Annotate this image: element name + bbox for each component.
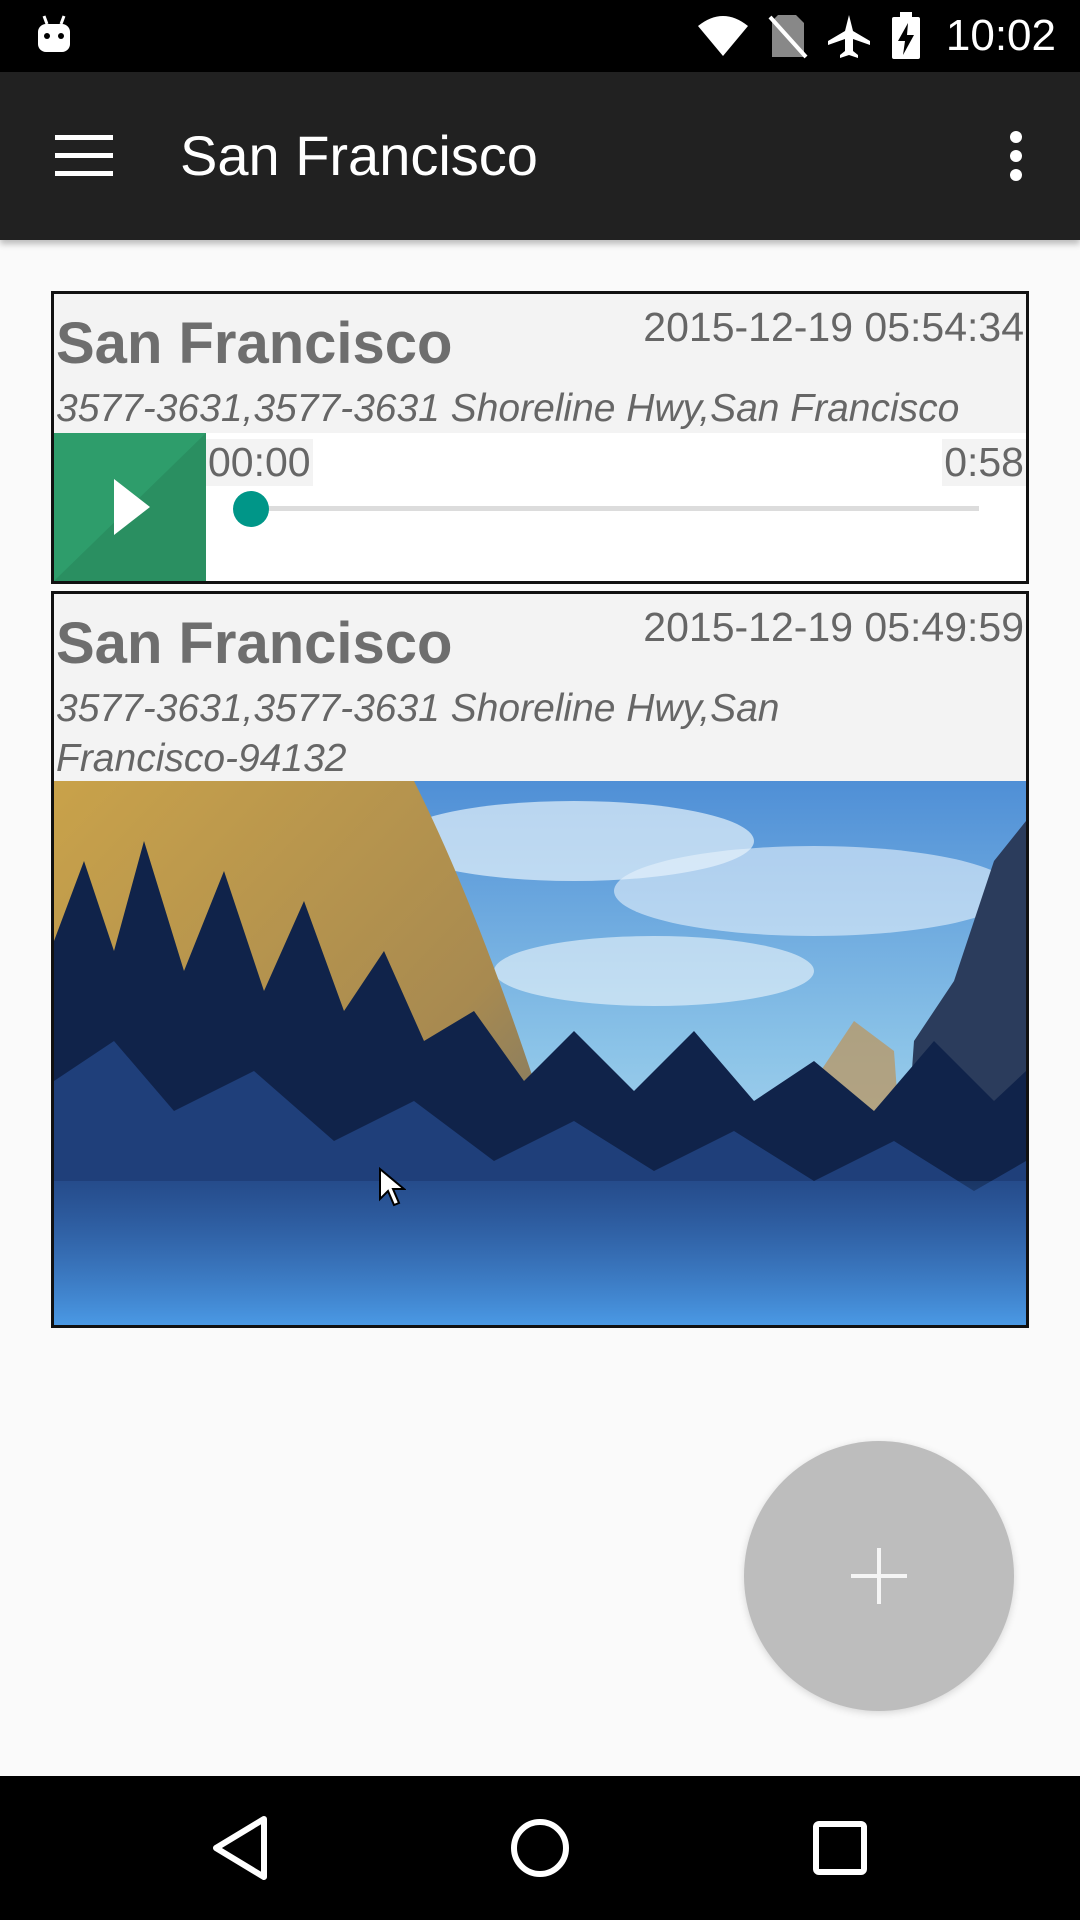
entry-title: San Francisco — [56, 611, 453, 676]
entry-address: 3577-3631,3577-3631 Shoreline Hwy,San Fr… — [56, 687, 780, 780]
duration-time: 0:58 — [942, 439, 1026, 486]
battery-charging-icon — [891, 12, 920, 59]
add-entry-button[interactable] — [744, 1441, 1014, 1711]
more-vert-icon — [1010, 131, 1022, 181]
more-options-button[interactable] — [976, 106, 1056, 206]
status-bar: 10:02 — [0, 0, 1080, 72]
app-toolbar: San Francisco — [0, 72, 1080, 240]
play-icon — [54, 433, 206, 581]
menu-button[interactable] — [30, 106, 138, 206]
current-time: 00:00 — [206, 439, 313, 486]
landscape-photo[interactable] — [54, 781, 1026, 1325]
system-nav-bar — [0, 1776, 1080, 1920]
airplane-mode-icon — [827, 15, 870, 58]
android-icon — [38, 15, 70, 52]
back-icon — [213, 1816, 267, 1880]
clock-time: 10:02 — [945, 11, 1056, 60]
seek-bar[interactable] — [233, 491, 979, 527]
entry-timestamp: 2015-12-19 05:49:59 — [643, 604, 1024, 650]
mouse-cursor-icon — [379, 1167, 406, 1207]
entry-card-audio[interactable]: San Francisco 2015-12-19 05:54:34 3577-3… — [51, 291, 1029, 584]
toolbar-title: San Francisco — [180, 124, 538, 187]
audio-player: 00:00 0:58 — [54, 433, 1026, 581]
entry-card-photo[interactable]: San Francisco 2015-12-19 05:49:59 3577-3… — [51, 591, 1029, 1328]
back-button[interactable] — [190, 1798, 290, 1898]
wifi-icon — [697, 16, 748, 56]
entry-title: San Francisco — [56, 311, 453, 376]
seek-thumb[interactable] — [233, 491, 269, 527]
hamburger-menu-icon — [55, 135, 113, 176]
entry-timestamp: 2015-12-19 05:54:34 — [643, 304, 1024, 350]
no-sim-icon — [768, 15, 808, 59]
entry-address: 3577-3631,3577-3631 Shoreline Hwy,San Fr… — [56, 387, 960, 430]
recents-button[interactable] — [790, 1798, 890, 1898]
plus-icon — [851, 1548, 907, 1604]
recents-icon — [813, 1821, 867, 1875]
home-button[interactable] — [490, 1798, 590, 1898]
play-button[interactable] — [54, 433, 206, 581]
home-icon — [511, 1819, 569, 1877]
